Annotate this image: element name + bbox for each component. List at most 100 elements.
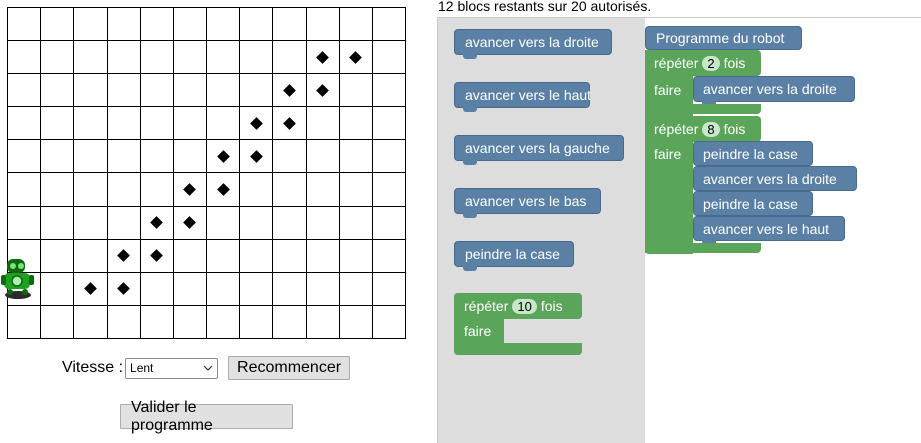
grid-cell — [107, 206, 141, 240]
grid-cell — [140, 107, 174, 141]
grid-cell — [173, 41, 207, 75]
grid-cell — [107, 272, 141, 306]
grid-cell — [207, 305, 241, 339]
block-label: avancer vers la droite — [703, 170, 837, 187]
grid-cell — [41, 173, 75, 207]
repeat-count-field[interactable]: 8 — [702, 121, 720, 137]
grid-cell — [306, 8, 340, 42]
grid-cell — [74, 305, 108, 339]
program-block-paint[interactable]: peindre la case — [693, 141, 813, 166]
grid-cell — [372, 74, 406, 108]
grid-cell — [8, 206, 42, 240]
grid-cell — [107, 140, 141, 174]
grid-cell — [240, 74, 274, 108]
grid-cell — [107, 8, 141, 42]
block-label: peindre la case — [465, 246, 560, 262]
speed-label: Vitesse : — [61, 359, 124, 376]
grid-cell — [107, 305, 141, 339]
grid-cell — [107, 239, 141, 273]
repeat-times-label: fois — [540, 298, 563, 314]
validate-program-button[interactable]: Valider le programme — [120, 399, 293, 434]
grid-cell — [74, 74, 108, 108]
grid-cell — [173, 107, 207, 141]
grid-cell — [207, 173, 241, 207]
diamond-marker-icon — [216, 183, 230, 196]
toolbox-block-move-left[interactable]: avancer vers la gauche — [454, 135, 624, 165]
grid-cell — [74, 272, 108, 306]
grid-cell — [140, 41, 174, 75]
diamond-marker-icon — [283, 83, 296, 97]
diamond-marker-icon — [316, 83, 329, 97]
repeat-count-field[interactable]: 10 — [512, 298, 537, 314]
toolbox-block-repeat[interactable]: répéter 10 fois faire — [454, 293, 582, 355]
diamond-marker-icon — [150, 216, 164, 230]
grid-cell — [339, 41, 373, 75]
do-label: faire — [654, 146, 682, 162]
toolbox-block-paint[interactable]: peindre la case — [454, 241, 574, 271]
program-repeat-block-2[interactable]: répéter 8 fois faire peindre la case ava… — [645, 116, 871, 256]
grid-cell — [240, 272, 274, 306]
grid-cell — [306, 140, 340, 174]
do-label: faire — [654, 82, 682, 98]
grid-cell — [207, 140, 241, 174]
block-label: avancer vers le haut — [703, 220, 830, 237]
grid-cell — [306, 41, 340, 75]
restart-button[interactable]: Recommencer — [228, 356, 351, 380]
grid-cell — [273, 107, 307, 141]
grid-cell — [173, 206, 207, 240]
program-start-block[interactable]: Programme du robot — [645, 26, 802, 50]
grid-cell — [339, 8, 373, 42]
grid-cell — [306, 206, 340, 240]
diamond-marker-icon — [216, 150, 230, 163]
grid-cell — [306, 74, 340, 108]
grid-cell — [207, 206, 241, 240]
grid-cell — [140, 239, 174, 273]
block-workspace[interactable]: avancer vers la droite avancer vers le h… — [437, 17, 921, 443]
grid-cell — [207, 107, 241, 141]
grid-cell — [372, 41, 406, 75]
toolbox-block-move-up[interactable]: avancer vers le haut — [454, 82, 592, 112]
grid-cell — [240, 239, 274, 273]
robot-grid — [7, 7, 406, 339]
diamond-marker-icon — [150, 249, 164, 263]
grid-cell — [8, 305, 42, 339]
grid-cell — [372, 8, 406, 42]
grid-cell — [372, 107, 406, 141]
grid-cell — [173, 305, 207, 339]
grid-cell — [240, 206, 274, 240]
grid-cell — [273, 272, 307, 306]
toolbox-block-move-down[interactable]: avancer vers le bas — [454, 188, 601, 218]
program-block-move-right[interactable]: avancer vers la droite — [693, 166, 857, 191]
blocks-remaining-text: 12 blocs restants sur 20 autorisés. — [438, 0, 652, 14]
grid-cell — [8, 41, 42, 75]
speed-select[interactable]: Lent — [125, 357, 219, 379]
program-block-move-up[interactable]: avancer vers le haut — [693, 216, 845, 245]
toolbox-block-move-right[interactable]: avancer vers la droite — [454, 29, 612, 59]
grid-cell — [306, 305, 340, 339]
grid-cell — [74, 206, 108, 240]
grid-cell — [207, 272, 241, 306]
grid-cell — [339, 173, 373, 207]
grid-cell — [339, 140, 373, 174]
grid-cell — [107, 74, 141, 108]
program-title: Programme du robot — [656, 30, 785, 46]
grid-cell — [207, 239, 241, 273]
block-label: avancer vers la droite — [465, 34, 599, 50]
grid-cell — [8, 107, 42, 141]
block-label: avancer vers le haut — [465, 87, 592, 103]
grid-cell — [173, 239, 207, 273]
grid-cell — [41, 206, 75, 240]
grid-cell — [207, 41, 241, 75]
grid-cell — [140, 206, 174, 240]
grid-cell — [140, 173, 174, 207]
repeat-count-field[interactable]: 2 — [702, 55, 720, 71]
grid-cell — [74, 173, 108, 207]
grid-cell — [8, 173, 42, 207]
grid-cell — [273, 173, 307, 207]
grid-cell — [372, 272, 406, 306]
program-block-paint[interactable]: peindre la case — [693, 191, 813, 216]
grid-cell — [107, 173, 141, 207]
grid-cell — [173, 8, 207, 42]
program-block-move-right[interactable]: avancer vers la droite — [693, 76, 855, 106]
diamond-marker-icon — [183, 216, 197, 230]
